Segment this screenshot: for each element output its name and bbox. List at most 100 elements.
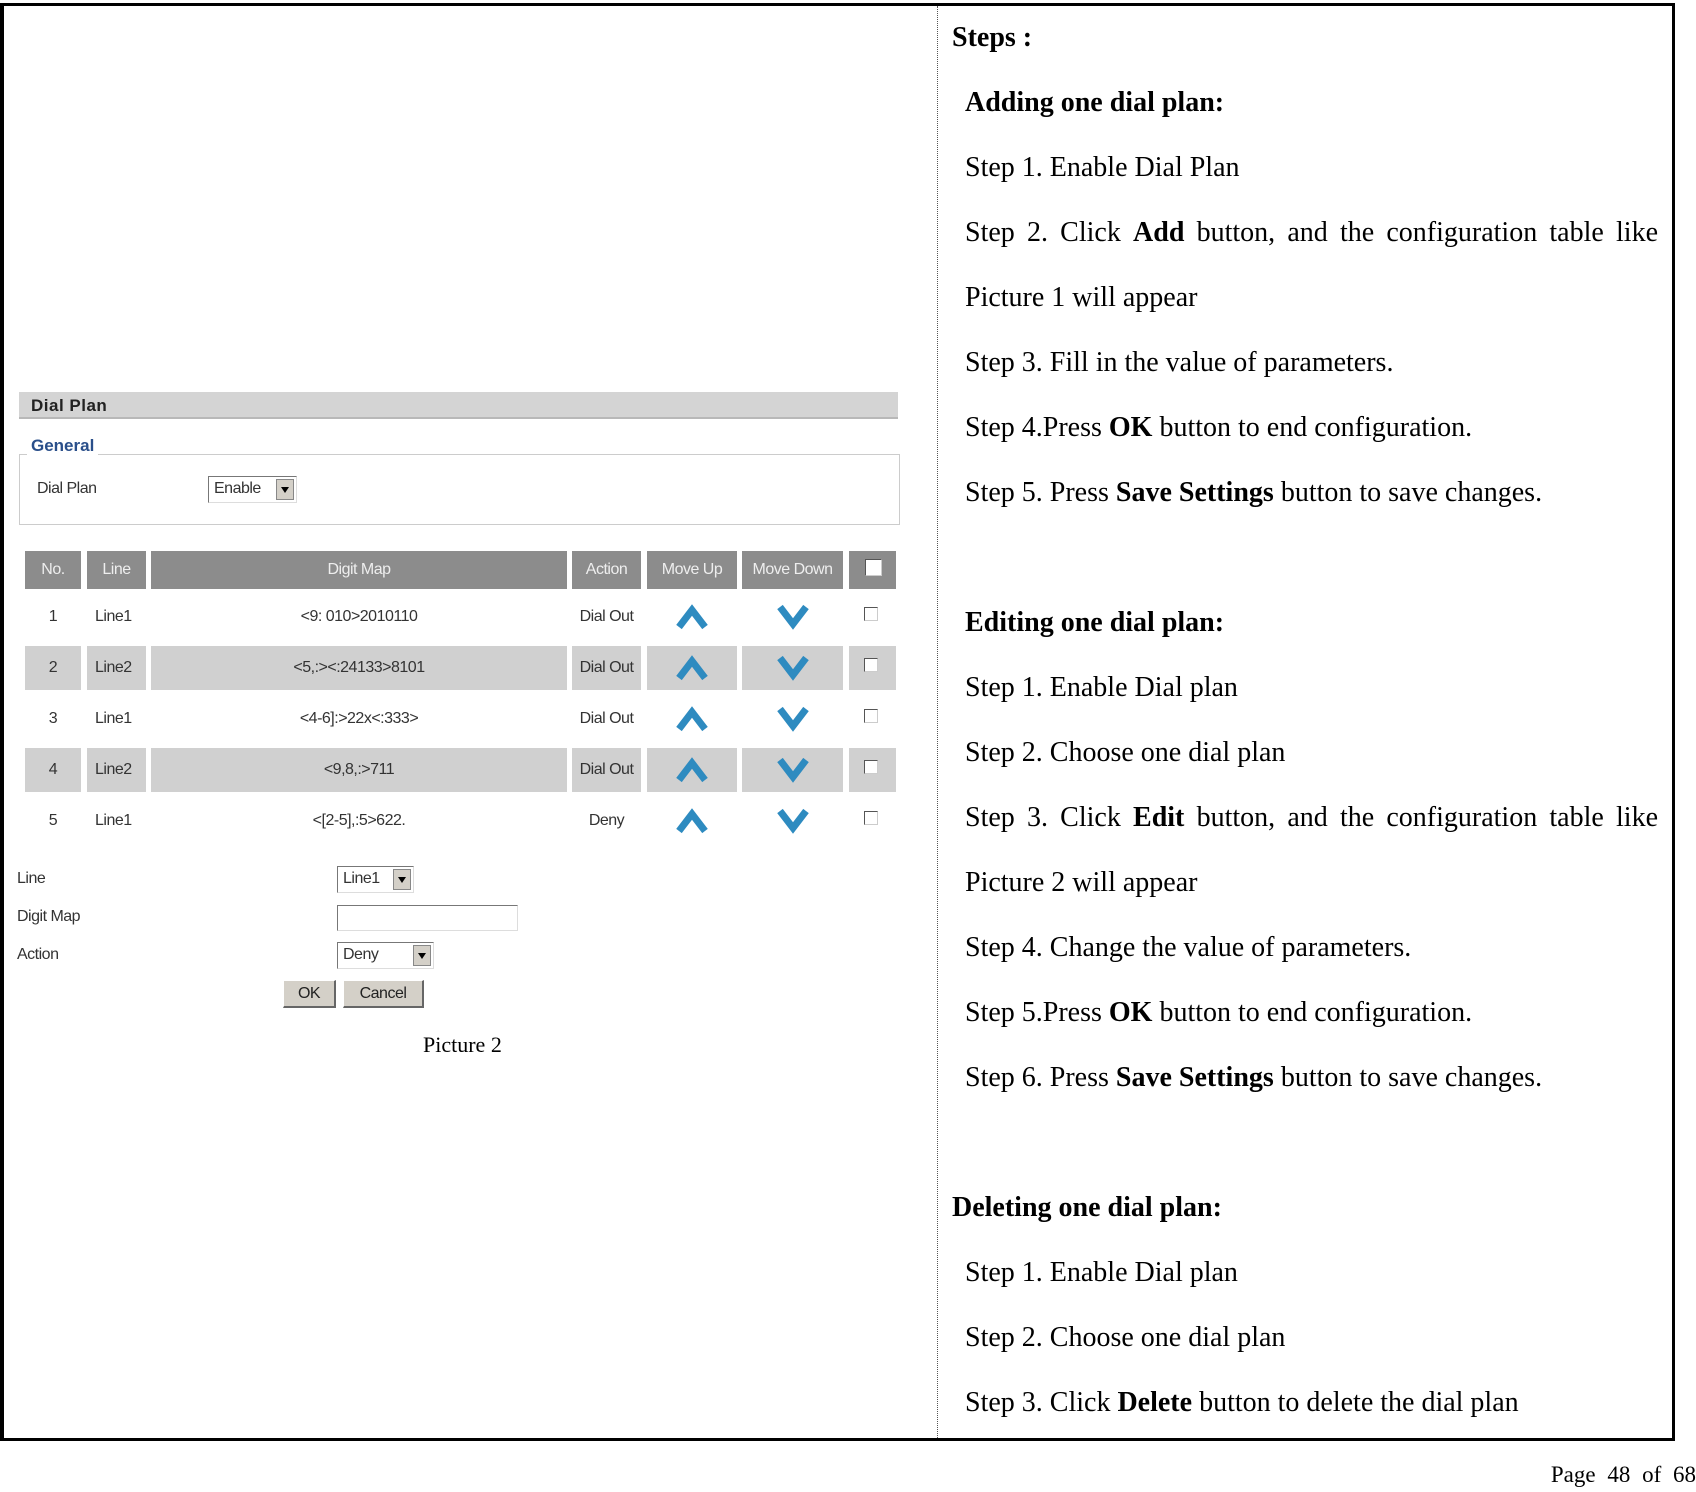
- ok-button[interactable]: OK: [283, 980, 336, 1008]
- cell-digit-map: <5,:><:24133>8101: [151, 646, 567, 690]
- dial-plan-value: Enable: [214, 480, 261, 497]
- cell-line: Line2: [87, 646, 146, 690]
- line-label: Line: [17, 870, 46, 887]
- row-checkbox[interactable]: [864, 709, 878, 723]
- action-label: Action: [17, 946, 59, 963]
- row-checkbox-cell[interactable]: [849, 595, 896, 639]
- page-number: Page 48 of 68: [1551, 1458, 1696, 1492]
- chevron-up-icon: [676, 655, 708, 681]
- step-post: button, and the configuration table like: [1184, 802, 1658, 833]
- step-pre: Picture 1 will appear: [965, 282, 1198, 313]
- general-fieldset: [19, 454, 900, 525]
- dial-plan-select[interactable]: Enable: [208, 476, 297, 503]
- header-move-down: Move Down: [742, 551, 843, 589]
- action-select[interactable]: Deny: [337, 942, 434, 969]
- step-pre: Step 5.Press: [965, 997, 1109, 1028]
- row-checkbox[interactable]: [864, 760, 878, 774]
- step-bold: Save Settings: [1115, 477, 1274, 508]
- chevron-up-icon: [676, 706, 708, 732]
- step-pre: Step 4. Change the value of parameters.: [965, 932, 1412, 963]
- header-select-all[interactable]: [849, 551, 896, 589]
- step-post: button to save changes.: [1273, 1062, 1543, 1093]
- chevron-down-icon: [776, 655, 809, 681]
- step-line: Step 3. Click Edit button, and the confi…: [965, 801, 1658, 835]
- step-pre: Step 6. Press: [965, 1062, 1116, 1093]
- cell-no: 2: [25, 646, 81, 690]
- step-line: Step 4. Change the value of parameters.: [965, 931, 1411, 965]
- column-divider: [937, 6, 938, 1438]
- step-line: Step 1. Enable Dial plan: [965, 671, 1238, 705]
- page-total: 68: [1673, 1462, 1696, 1487]
- step-bold: Save Settings: [1115, 1062, 1274, 1093]
- chevron-down-icon: [393, 869, 411, 890]
- row-checkbox-cell[interactable]: [849, 646, 896, 690]
- select-all-checkbox[interactable]: [865, 559, 882, 576]
- step-line: Steps :: [952, 21, 1032, 55]
- step-line: Deleting one dial plan:: [952, 1191, 1222, 1225]
- step-pre: Step 3. Fill in the value of parameters.: [965, 347, 1394, 378]
- step-bold: OK: [1108, 997, 1153, 1028]
- step-line: Editing one dial plan:: [965, 606, 1224, 640]
- move-up-button[interactable]: [647, 799, 737, 843]
- header-line: Line: [87, 551, 146, 589]
- step-line: Step 2. Choose one dial plan: [965, 1321, 1285, 1355]
- move-up-button[interactable]: [647, 748, 737, 792]
- cell-action: Dial Out: [579, 608, 634, 625]
- step-pre: Step 5. Press: [965, 477, 1116, 508]
- cell-action: Dial Out: [572, 646, 641, 690]
- move-down-button[interactable]: [742, 595, 843, 639]
- cell-line: Line2: [87, 748, 146, 792]
- move-down-button[interactable]: [742, 799, 843, 843]
- picture-caption: Picture 2: [423, 1032, 502, 1057]
- step-pre: Step 4.Press: [965, 412, 1109, 443]
- row-checkbox[interactable]: [864, 811, 878, 825]
- step-pre: Step 1. Enable Dial plan: [965, 1257, 1238, 1288]
- step-bold: Editing one dial plan:: [965, 607, 1225, 638]
- chevron-up-icon: [676, 808, 708, 834]
- cell-no: 1: [48, 608, 58, 625]
- step-line: Step 4.Press OK button to end configurat…: [965, 411, 1472, 445]
- row-checkbox-cell[interactable]: [849, 697, 896, 741]
- step-post: button, and the configuration table like: [1184, 217, 1658, 248]
- page-label: Page: [1550, 1462, 1596, 1487]
- digit-map-input[interactable]: [337, 905, 518, 931]
- step-bold: Adding one dial plan:: [965, 87, 1225, 118]
- step-pre: Step 2. Choose one dial plan: [965, 1322, 1286, 1353]
- step-pre: Step 3. Click: [965, 802, 1134, 833]
- move-up-button[interactable]: [647, 697, 737, 741]
- row-checkbox-cell[interactable]: [849, 799, 896, 843]
- cell-digit-map: <[2-5],:5>622.: [312, 812, 406, 829]
- step-line: Step 6. Press Save Settings button to sa…: [965, 1061, 1542, 1095]
- cell-action: Dial Out: [579, 710, 634, 727]
- header-action: Action: [572, 551, 641, 589]
- dial-plan-header: Dial Plan: [19, 392, 898, 419]
- chevron-down-icon: [776, 604, 809, 630]
- step-pre: Step 1. Enable Dial plan: [965, 672, 1238, 703]
- move-down-button[interactable]: [742, 748, 843, 792]
- header-move-up: Move Up: [647, 551, 737, 589]
- step-line: Step 3. Click Delete button to delete th…: [965, 1386, 1519, 1420]
- step-post: button to save changes.: [1273, 477, 1543, 508]
- line-select[interactable]: Line1: [337, 866, 414, 893]
- step-line: Step 1. Enable Dial Plan: [965, 151, 1240, 185]
- digit-map-label: Digit Map: [17, 908, 81, 925]
- cancel-button[interactable]: Cancel: [343, 980, 424, 1008]
- step-bold: Edit: [1133, 802, 1185, 833]
- cell-action: Deny: [588, 812, 625, 829]
- row-checkbox-cell[interactable]: [849, 748, 896, 792]
- page-current: 48: [1607, 1462, 1631, 1487]
- chevron-down-icon: [776, 808, 809, 834]
- chevron-down-icon: [276, 479, 294, 500]
- move-up-button[interactable]: [647, 595, 737, 639]
- step-bold: Add: [1133, 217, 1185, 248]
- move-down-button[interactable]: [742, 646, 843, 690]
- move-down-button[interactable]: [742, 697, 843, 741]
- cell-digit-map: <9,8,:>711: [151, 748, 567, 792]
- step-pre: Step 1. Enable Dial Plan: [965, 152, 1240, 183]
- move-up-button[interactable]: [647, 646, 737, 690]
- step-post: button to end configuration.: [1152, 412, 1473, 443]
- row-checkbox[interactable]: [864, 607, 878, 621]
- row-checkbox[interactable]: [864, 658, 878, 672]
- header-no: No.: [25, 551, 81, 589]
- chevron-up-icon: [676, 757, 708, 783]
